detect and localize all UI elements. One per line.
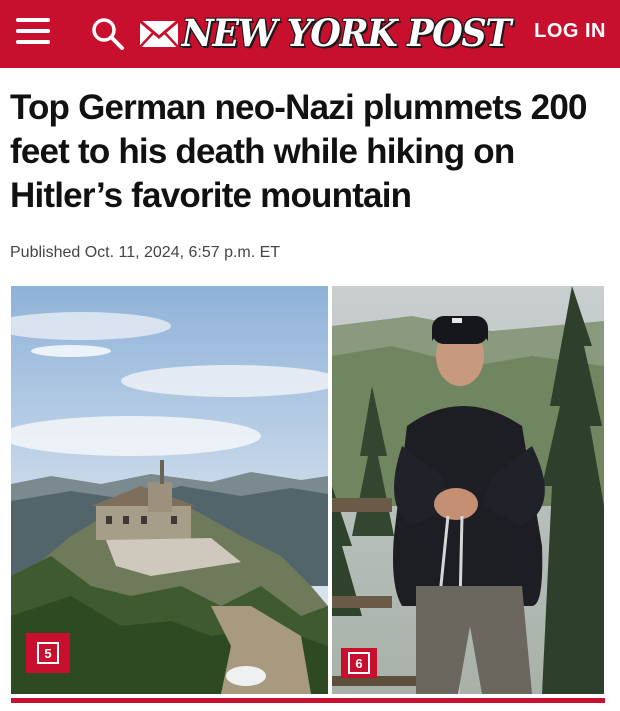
menu-icon[interactable]	[16, 18, 50, 48]
article-headline: Top German neo-Nazi plummets 200 feet to…	[10, 88, 587, 215]
gallery-count: 5	[37, 642, 59, 664]
nypost-logo[interactable]: NEW YORK POST	[182, 8, 512, 58]
site-header: NEW YORK POST LOG IN	[0, 0, 620, 68]
divider	[11, 698, 605, 703]
gallery-count-badge[interactable]: 6	[341, 648, 377, 678]
logo-text: NEW YORK POST	[181, 11, 512, 55]
search-icon[interactable]	[90, 16, 126, 52]
published-timestamp: Published Oct. 11, 2024, 6:57 p.m. ET	[10, 244, 281, 261]
mail-icon[interactable]	[138, 17, 180, 51]
photo-man-hiking[interactable]	[332, 286, 604, 694]
gallery-count: 6	[348, 652, 370, 674]
login-button[interactable]: LOG IN	[534, 20, 606, 43]
gallery-count-badge[interactable]: 5	[26, 633, 70, 673]
